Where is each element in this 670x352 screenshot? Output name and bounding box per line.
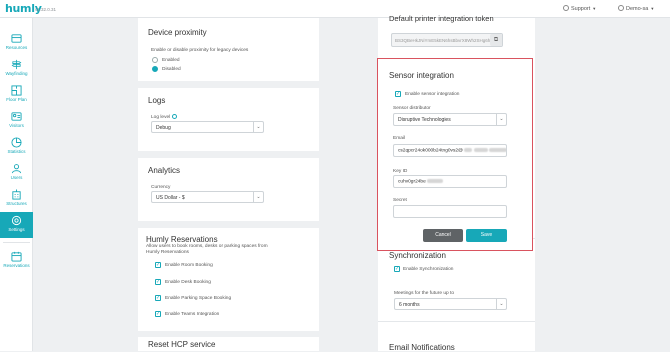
checkbox-label: Enable sensor integration <box>405 92 460 97</box>
section-title: Synchronization <box>389 251 446 260</box>
section-title: Logs <box>148 96 166 105</box>
sidebar-divider <box>3 242 30 243</box>
chevron-down-icon: ▼ <box>592 6 597 11</box>
section-description: Enable or disable proximity for legacy d… <box>151 48 249 53</box>
users-icon <box>11 164 22 174</box>
field-label: Secret <box>393 198 407 203</box>
sidebar-item-structures[interactable]: Structures <box>0 186 33 212</box>
copy-token-button[interactable]: ⧉ <box>490 34 502 46</box>
field-label: Sensor distributor <box>393 106 431 111</box>
section-title: Analytics <box>148 166 181 175</box>
field-label: Meetings for the future up to <box>394 291 454 296</box>
sensor-distributor-select[interactable]: Disruptive Technologies ⌄ <box>393 113 507 126</box>
section-divider <box>378 321 535 322</box>
info-icon <box>171 114 177 119</box>
field-label: Email <box>393 136 405 141</box>
sensor-integration-panel: Sensor integration ✓ Enable sensor integ… <box>377 58 533 251</box>
email-field[interactable]: cs2qpcr24ok000b24tng0vs2@ <box>393 144 507 157</box>
sidebar-item-label: Wayfinding <box>5 71 28 76</box>
save-button[interactable]: Save <box>466 229 507 242</box>
key-id-field[interactable]: cuhv0gr24be <box>393 175 507 188</box>
user-menu[interactable]: Demo-sa ▼ <box>618 5 654 12</box>
user-icon <box>618 5 624 11</box>
section-title: Humly Reservations <box>146 235 218 244</box>
chevron-down-icon: ▼ <box>650 6 655 11</box>
sidebar-item-label: Users <box>10 175 23 180</box>
sidebar-item-visitors[interactable]: Visitors <box>0 108 33 134</box>
reservations-card: Humly Reservations Allow users to book r… <box>138 228 319 331</box>
copy-icon: ⧉ <box>493 37 499 43</box>
section-title: Sensor integration <box>389 71 454 80</box>
checkbox-label: Enable Teams Integration <box>165 312 220 317</box>
desk-booking-checkbox[interactable]: ✓ <box>155 279 161 285</box>
sidebar-item-settings[interactable]: Settings <box>0 212 33 238</box>
currency-select[interactable]: US Dollar - $ ⌄ <box>151 191 264 203</box>
section-title: Default printer integration token <box>389 14 494 23</box>
wayfinding-icon <box>11 59 22 70</box>
visitors-icon <box>11 112 22 121</box>
parking-booking-checkbox[interactable]: ✓ <box>155 295 161 301</box>
sidebar-item-label: Visitors <box>9 123 24 128</box>
floor-plan-icon <box>11 85 22 96</box>
sidebar-item-label: Structures <box>6 201 27 206</box>
logs-card: Logs Log level Debug ⌄ <box>138 88 319 151</box>
checkbox-label: Enable Desk Booking <box>165 280 211 285</box>
enable-sync-checkbox[interactable]: ✓ <box>394 266 400 272</box>
checkbox-label: Enable Parking Space Booking <box>165 296 232 301</box>
sidebar-item-label: Resources <box>5 45 28 50</box>
device-proximity-card: Device proximity Enable or disable proxi… <box>138 18 319 81</box>
checkbox-label: Enable Room Booking <box>165 263 213 268</box>
field-label: Key ID <box>393 169 408 174</box>
help-icon <box>563 5 569 11</box>
room-booking-checkbox[interactable]: ✓ <box>155 262 161 268</box>
reservations-icon <box>11 251 22 262</box>
chevron-down-icon: ⌄ <box>496 299 506 309</box>
top-bar: humly v1.32.0.31 Support ▼ Demo-sa ▼ <box>0 0 670 18</box>
teams-integration-checkbox[interactable]: ✓ <box>155 311 161 317</box>
section-description: Humly Reservations <box>146 250 189 255</box>
proximity-enabled-radio[interactable] <box>152 57 158 63</box>
printer-token-field[interactable]: BS3QBeHkJNiYmE5kEN6hsBbvrX8Wh2SHg6ht <box>391 33 503 47</box>
sidebar-item-reservations[interactable]: Reservations <box>0 248 33 274</box>
section-description: Allow users to book rooms, desks or park… <box>146 244 268 249</box>
enable-sensor-checkbox[interactable]: ✓ <box>395 91 401 97</box>
secret-field[interactable] <box>393 205 507 218</box>
sidebar-item-users[interactable]: Users <box>0 160 33 186</box>
sidebar: Resources Wayfinding Floor Plan Visitors… <box>0 18 33 351</box>
radio-label: Enabled <box>162 58 180 63</box>
sidebar-item-label: Floor Plan <box>6 97 27 102</box>
chevron-down-icon: ⌄ <box>253 192 263 202</box>
reset-hcp-card: Reset HCP service <box>138 337 319 351</box>
version-label: v1.32.0.31 <box>35 7 57 12</box>
checkbox-label: Enable Synchronization <box>403 267 454 272</box>
sidebar-item-wayfinding[interactable]: Wayfinding <box>0 56 33 82</box>
radio-label: Disabled <box>162 67 181 72</box>
sidebar-item-label: Statistics <box>7 149 26 154</box>
support-menu[interactable]: Support ▼ <box>563 5 596 12</box>
resources-icon <box>11 34 22 43</box>
sidebar-item-resources[interactable]: Resources <box>0 30 33 56</box>
field-label: Currency <box>151 185 171 190</box>
cancel-button[interactable]: Cancel <box>423 229 463 242</box>
sidebar-item-label: Reservations <box>3 263 30 268</box>
meetings-range-select[interactable]: 6 months ⌄ <box>394 298 507 310</box>
log-level-select[interactable]: Debug ⌄ <box>151 121 264 133</box>
gear-icon <box>11 215 22 226</box>
sidebar-item-label: Settings <box>8 227 25 232</box>
field-label: Log level <box>151 114 177 120</box>
analytics-card: Analytics Currency US Dollar - $ ⌄ <box>138 158 319 221</box>
section-title: Device proximity <box>148 28 207 37</box>
chevron-down-icon: ⌄ <box>496 114 506 125</box>
sidebar-item-floor-plan[interactable]: Floor Plan <box>0 82 33 108</box>
statistics-icon <box>11 137 22 148</box>
sidebar-item-statistics[interactable]: Statistics <box>0 134 33 160</box>
proximity-disabled-radio[interactable] <box>152 66 158 72</box>
structures-icon <box>12 189 21 200</box>
section-title: Reset HCP service <box>148 340 216 349</box>
chevron-down-icon: ⌄ <box>253 122 263 132</box>
